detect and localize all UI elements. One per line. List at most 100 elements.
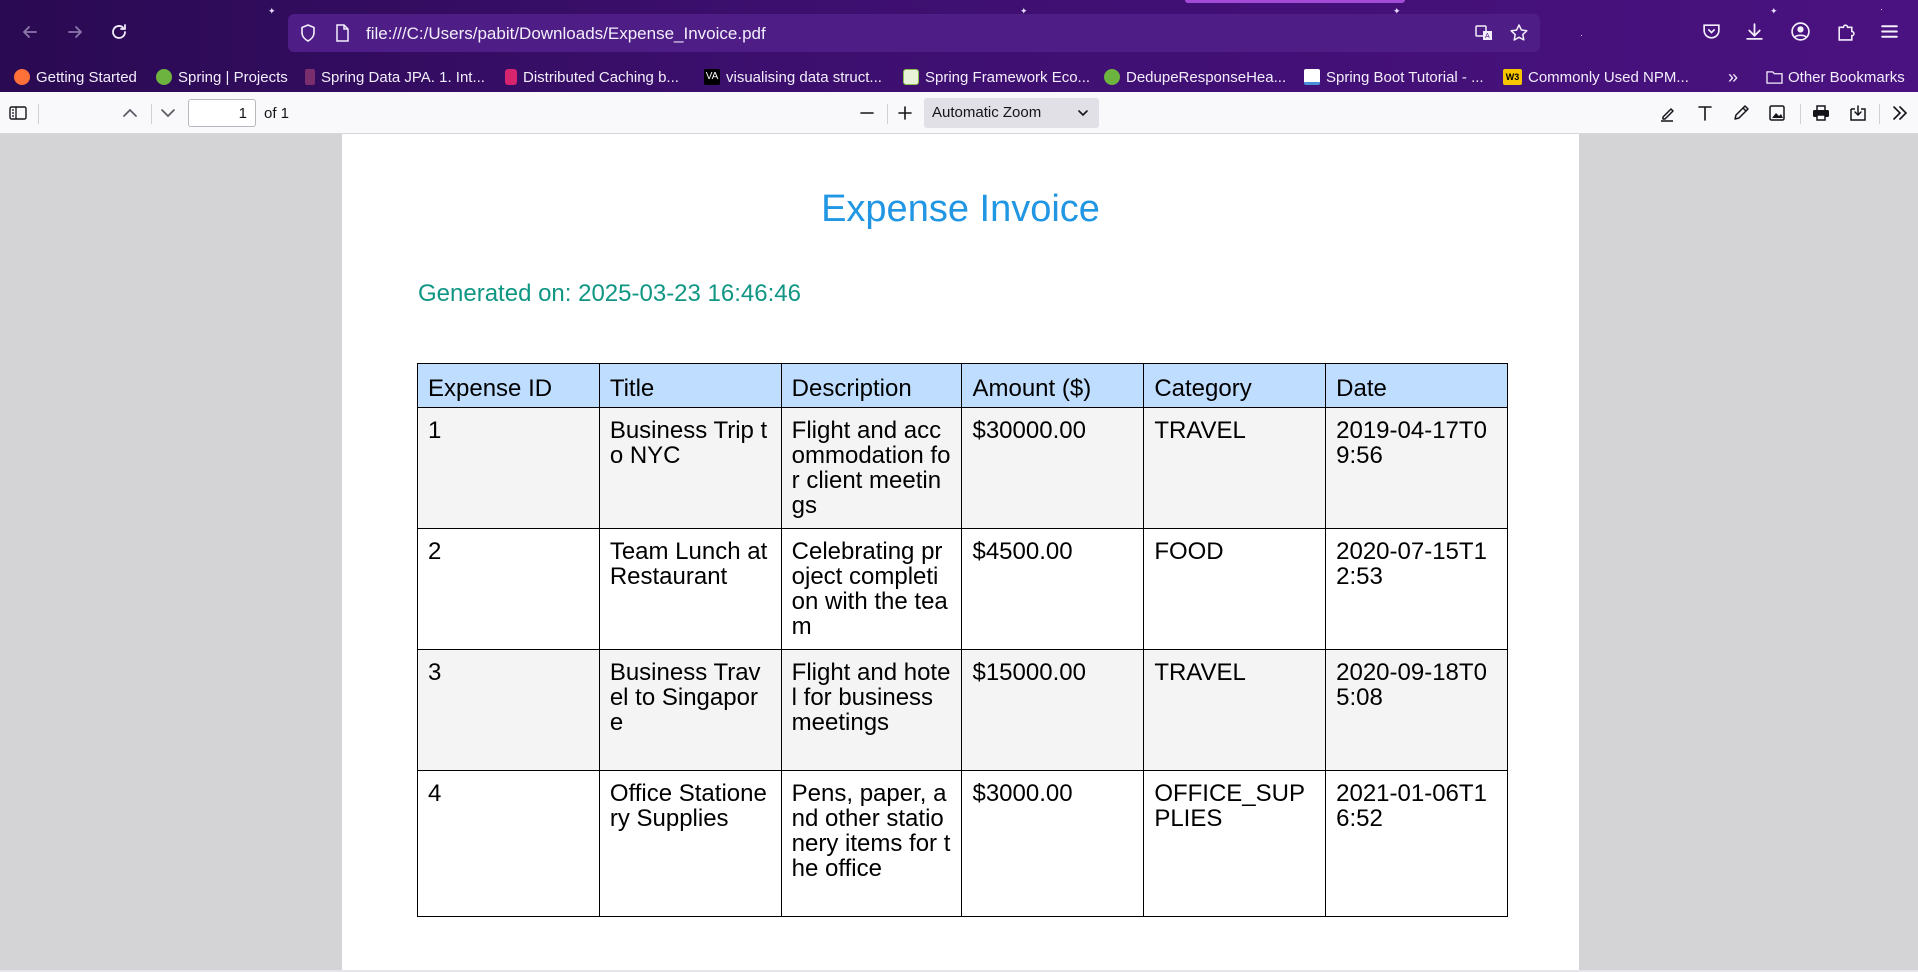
page-number-input[interactable] [188,99,256,127]
chevron-down-icon [161,109,175,118]
table-row: 4 Office Stationery Supplies Pens, paper… [417,770,1508,917]
w3-icon: W3 [1503,69,1522,85]
decor-star: ✦ [1770,6,1778,16]
bookmarks-toolbar: Getting Started Spring | Projects Spring… [0,62,1918,92]
table-row: 1 Business Trip to NYC Flight and accomm… [417,407,1508,529]
column-header: Date [1325,363,1508,408]
menu-button[interactable] [1876,18,1902,44]
arrow-right-icon [68,26,82,38]
translate-icon[interactable]: A [1474,23,1494,43]
minus-icon [860,112,874,114]
chevron-up-icon [123,108,137,117]
bookmark-label: Getting Started [36,68,137,86]
highlighter-icon [1661,108,1674,122]
url-text[interactable]: file:///C:/Users/pabit/Downloads/Expense… [366,24,766,44]
spring-leaf-icon [156,69,172,85]
address-bar[interactable]: file:///C:/Users/pabit/Downloads/Expense… [288,14,1540,52]
print-button[interactable] [1809,101,1833,125]
site-favicon-icon [505,69,517,85]
hamburger-menu-icon [1880,24,1898,38]
reload-button[interactable] [104,17,134,47]
zoom-out-button[interactable] [855,101,879,125]
bookmark-label: Commonly Used NPM... [1528,68,1689,86]
next-page-button[interactable] [156,101,180,125]
cell-expense-id: 2 [417,528,600,650]
bookmark-label: Spring Boot Tutorial - ... [1326,68,1484,86]
cell-category: OFFICE_SUPPLIES [1143,770,1327,917]
bookmark-visualising-data[interactable]: VA visualising data struct... [704,66,882,88]
plus-icon [898,106,912,120]
page-icon [336,24,349,42]
table-header-row: Expense ID Title Description Amount ($) … [417,363,1508,408]
previous-page-button[interactable] [118,101,142,125]
toolbar-divider [887,104,888,124]
pdf-page: Expense Invoice Generated on: 2025-03-23… [342,134,1579,972]
toolbar-divider [38,104,39,124]
double-chevron-icon: » [1728,66,1739,87]
extensions-button[interactable] [1832,18,1858,44]
pdf-viewer: Expense Invoice Generated on: 2025-03-23… [0,134,1918,972]
page-count: of 1 [264,105,290,122]
generated-timestamp: Generated on: 2025-03-23 16:46:46 [418,280,801,307]
svg-text:A: A [1485,33,1490,40]
cell-amount: $15000.00 [961,649,1145,771]
cell-amount: $30000.00 [961,407,1145,529]
table-row: 3 Business Travel to Singapore Flight an… [417,649,1508,771]
column-header: Title [598,363,782,408]
text-tool-button[interactable] [1693,101,1717,125]
bookmark-label: visualising data struct... [726,68,882,86]
decor-star: · [1880,4,1883,14]
browser-chrome: ✦ ✦ ✦ ✦ · · file:///C:/Users/pabit/Downl… [0,0,1918,92]
cell-description: Flight and hotel for business meetings [780,649,963,771]
column-header: Description [780,363,963,408]
cell-expense-id: 3 [417,649,600,771]
draw-button[interactable] [1729,101,1753,125]
downloads-button[interactable] [1741,18,1767,44]
cell-amount: $4500.00 [961,528,1145,650]
cell-title: Office Stationery Supplies [598,770,782,917]
bookmark-spring-framework[interactable]: Spring Framework Eco... [903,66,1090,88]
printer-icon [1813,105,1829,121]
column-header: Expense ID [417,363,600,408]
shield-icon[interactable] [298,23,318,43]
tools-overflow-button[interactable] [1888,101,1912,125]
account-button[interactable] [1787,18,1813,44]
bookmark-npm[interactable]: W3 Commonly Used NPM... [1503,66,1689,88]
zoom-in-button[interactable] [893,101,917,125]
tree-icon [903,69,919,85]
other-bookmarks-folder[interactable]: Other Bookmarks [1766,66,1905,88]
chevron-down-icon [1078,110,1088,117]
cell-date: 2021-01-06T16:52 [1325,770,1508,917]
forward-button[interactable] [60,17,90,47]
back-button[interactable] [15,17,45,47]
cell-title: Business Trip to NYC [598,407,782,529]
bookmark-label: Spring Framework Eco... [925,68,1091,86]
add-image-button[interactable] [1765,101,1789,125]
arrow-left-icon [23,26,37,38]
download-icon [1745,22,1763,40]
toolbar-divider [1879,104,1880,124]
cell-date: 2020-09-18T05:08 [1325,649,1508,771]
bookmark-getting-started[interactable]: Getting Started [14,66,137,88]
bookmark-spring-data-jpa[interactable]: Spring Data JPA. 1. Int... [305,66,485,88]
pocket-button[interactable] [1698,18,1724,44]
visualgo-icon: VA [704,69,720,85]
decor-star: ✦ [268,6,276,16]
cell-expense-id: 1 [417,407,600,529]
cell-category: TRAVEL [1143,407,1327,529]
bookmark-distributed-caching[interactable]: Distributed Caching b... [505,66,679,88]
column-header: Amount ($) [961,363,1145,408]
cell-date: 2020-07-15T12:53 [1325,528,1508,650]
cell-amount: $3000.00 [961,770,1145,917]
bookmark-spring-boot-tutorial[interactable]: Spring Boot Tutorial - ... [1304,66,1484,88]
highlight-button[interactable] [1656,101,1680,125]
save-button[interactable] [1846,101,1870,125]
sidebar-toggle-button[interactable] [6,101,30,125]
save-download-icon [1850,105,1866,121]
star-bookmark-icon[interactable] [1509,23,1529,43]
spring-leaf-icon [1104,69,1120,85]
zoom-select[interactable]: Automatic Zoom [924,98,1099,128]
bookmark-dedupe-response[interactable]: DedupeResponseHea... [1104,66,1286,88]
bookmark-spring-projects[interactable]: Spring | Projects [156,66,288,88]
bookmarks-overflow-button[interactable]: » [1728,66,1738,88]
